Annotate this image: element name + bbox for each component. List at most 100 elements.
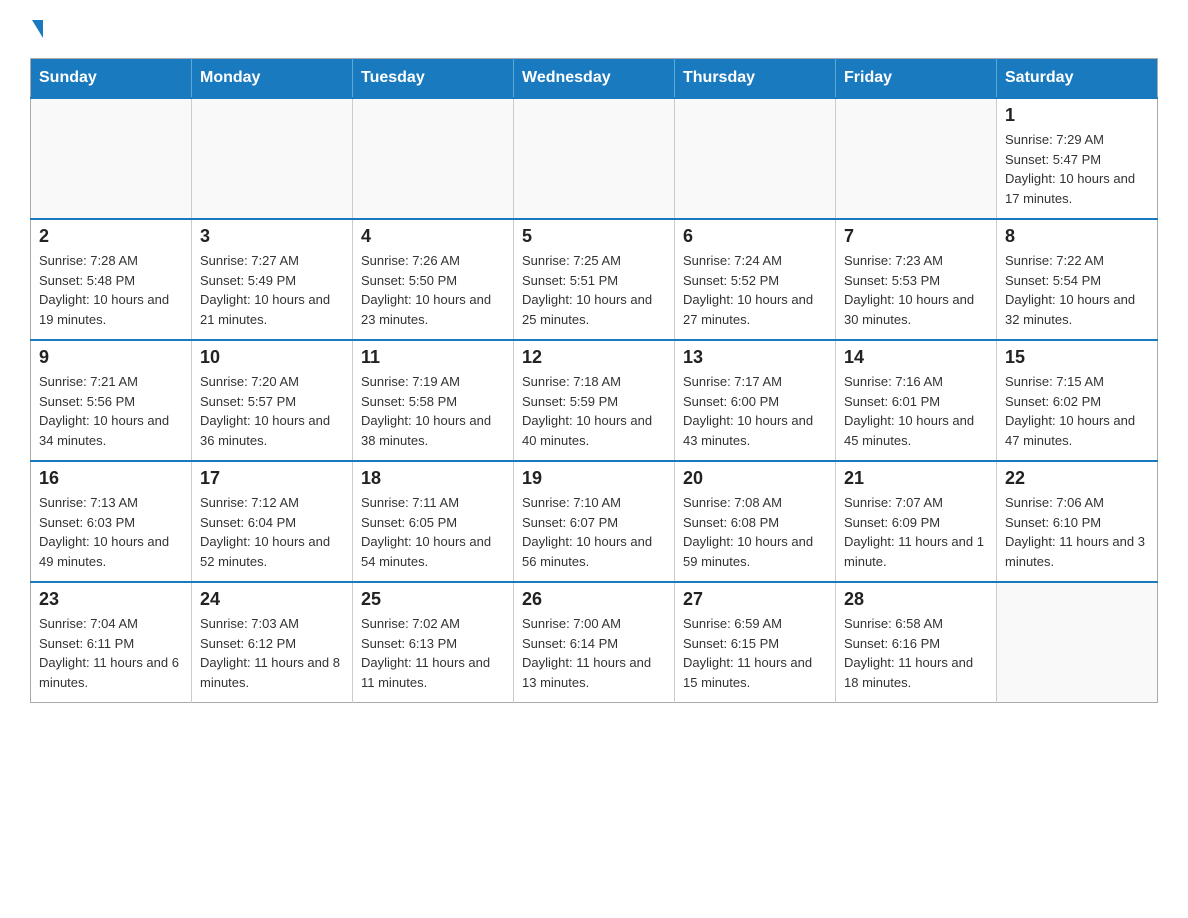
calendar-cell: 28 Sunrise: 6:58 AM Sunset: 6:16 PM Dayli…	[836, 582, 997, 703]
calendar-cell	[514, 98, 675, 219]
calendar-cell: 8 Sunrise: 7:22 AM Sunset: 5:54 PM Daylig…	[997, 219, 1158, 340]
day-info: Sunrise: 6:58 AM Sunset: 6:16 PM Dayligh…	[844, 614, 988, 692]
day-info: Sunrise: 7:25 AM Sunset: 5:51 PM Dayligh…	[522, 251, 666, 329]
calendar-cell: 4 Sunrise: 7:26 AM Sunset: 5:50 PM Daylig…	[353, 219, 514, 340]
calendar-cell: 16 Sunrise: 7:13 AM Sunset: 6:03 PM Dayli…	[31, 461, 192, 582]
calendar-cell: 17 Sunrise: 7:12 AM Sunset: 6:04 PM Dayli…	[192, 461, 353, 582]
calendar-cell	[836, 98, 997, 219]
day-number: 28	[844, 589, 988, 610]
day-number: 7	[844, 226, 988, 247]
day-header-saturday: Saturday	[997, 59, 1158, 99]
calendar-cell: 26 Sunrise: 7:00 AM Sunset: 6:14 PM Dayli…	[514, 582, 675, 703]
day-info: Sunrise: 7:03 AM Sunset: 6:12 PM Dayligh…	[200, 614, 344, 692]
day-header-monday: Monday	[192, 59, 353, 99]
day-number: 5	[522, 226, 666, 247]
day-info: Sunrise: 7:12 AM Sunset: 6:04 PM Dayligh…	[200, 493, 344, 571]
day-header-friday: Friday	[836, 59, 997, 99]
day-number: 6	[683, 226, 827, 247]
day-info: Sunrise: 7:02 AM Sunset: 6:13 PM Dayligh…	[361, 614, 505, 692]
day-info: Sunrise: 7:19 AM Sunset: 5:58 PM Dayligh…	[361, 372, 505, 450]
calendar-cell: 25Sunrise: 7:02 AM Sunset: 6:13 PM Dayli…	[353, 582, 514, 703]
day-header-sunday: Sunday	[31, 59, 192, 99]
calendar-cell: 18 Sunrise: 7:11 AM Sunset: 6:05 PM Dayli…	[353, 461, 514, 582]
calendar-cell	[353, 98, 514, 219]
day-number: 14	[844, 347, 988, 368]
day-number: 22	[1005, 468, 1149, 489]
day-number: 21	[844, 468, 988, 489]
calendar-cell: 21 Sunrise: 7:07 AM Sunset: 6:09 PM Dayli…	[836, 461, 997, 582]
calendar-cell: 15 Sunrise: 7:15 AM Sunset: 6:02 PM Dayli…	[997, 340, 1158, 461]
calendar-cell: 22 Sunrise: 7:06 AM Sunset: 6:10 PM Dayli…	[997, 461, 1158, 582]
day-info: Sunrise: 7:28 AM Sunset: 5:48 PM Dayligh…	[39, 251, 183, 329]
day-info: Sunrise: 7:24 AM Sunset: 5:52 PM Dayligh…	[683, 251, 827, 329]
calendar-cell: 9 Sunrise: 7:21 AM Sunset: 5:56 PM Daylig…	[31, 340, 192, 461]
calendar-cell: 20Sunrise: 7:08 AM Sunset: 6:08 PM Dayli…	[675, 461, 836, 582]
calendar-cell: 11 Sunrise: 7:19 AM Sunset: 5:58 PM Dayli…	[353, 340, 514, 461]
day-number: 11	[361, 347, 505, 368]
calendar-cell: 19 Sunrise: 7:10 AM Sunset: 6:07 PM Dayli…	[514, 461, 675, 582]
logo-triangle-icon	[32, 20, 43, 38]
day-number: 4	[361, 226, 505, 247]
calendar-cell: 7 Sunrise: 7:23 AM Sunset: 5:53 PM Daylig…	[836, 219, 997, 340]
day-info: Sunrise: 7:04 AM Sunset: 6:11 PM Dayligh…	[39, 614, 183, 692]
calendar-header-row: SundayMondayTuesdayWednesdayThursdayFrid…	[31, 59, 1158, 99]
day-info: Sunrise: 7:23 AM Sunset: 5:53 PM Dayligh…	[844, 251, 988, 329]
day-info: Sunrise: 7:15 AM Sunset: 6:02 PM Dayligh…	[1005, 372, 1149, 450]
day-info: Sunrise: 7:06 AM Sunset: 6:10 PM Dayligh…	[1005, 493, 1149, 571]
day-number: 13	[683, 347, 827, 368]
day-number: 17	[200, 468, 344, 489]
day-info: Sunrise: 6:59 AM Sunset: 6:15 PM Dayligh…	[683, 614, 827, 692]
calendar-cell: 1 Sunrise: 7:29 AM Sunset: 5:47 PM Daylig…	[997, 98, 1158, 219]
day-info: Sunrise: 7:22 AM Sunset: 5:54 PM Dayligh…	[1005, 251, 1149, 329]
calendar-week-row: 9 Sunrise: 7:21 AM Sunset: 5:56 PM Daylig…	[31, 340, 1158, 461]
day-number: 18	[361, 468, 505, 489]
calendar-cell	[31, 98, 192, 219]
calendar-cell: 2 Sunrise: 7:28 AM Sunset: 5:48 PM Daylig…	[31, 219, 192, 340]
calendar-week-row: 1 Sunrise: 7:29 AM Sunset: 5:47 PM Daylig…	[31, 98, 1158, 219]
page-header	[30, 20, 1158, 38]
calendar-week-row: 23Sunrise: 7:04 AM Sunset: 6:11 PM Dayli…	[31, 582, 1158, 703]
calendar-cell	[997, 582, 1158, 703]
calendar-cell: 6 Sunrise: 7:24 AM Sunset: 5:52 PM Daylig…	[675, 219, 836, 340]
calendar-cell	[192, 98, 353, 219]
day-header-tuesday: Tuesday	[353, 59, 514, 99]
calendar-cell: 23Sunrise: 7:04 AM Sunset: 6:11 PM Dayli…	[31, 582, 192, 703]
calendar-cell: 3 Sunrise: 7:27 AM Sunset: 5:49 PM Daylig…	[192, 219, 353, 340]
day-number: 1	[1005, 105, 1149, 126]
calendar-cell: 13 Sunrise: 7:17 AM Sunset: 6:00 PM Dayli…	[675, 340, 836, 461]
day-info: Sunrise: 7:29 AM Sunset: 5:47 PM Dayligh…	[1005, 130, 1149, 208]
day-number: 12	[522, 347, 666, 368]
day-number: 15	[1005, 347, 1149, 368]
calendar-cell	[675, 98, 836, 219]
day-number: 16	[39, 468, 183, 489]
day-number: 27	[683, 589, 827, 610]
calendar-week-row: 16 Sunrise: 7:13 AM Sunset: 6:03 PM Dayli…	[31, 461, 1158, 582]
day-info: Sunrise: 7:13 AM Sunset: 6:03 PM Dayligh…	[39, 493, 183, 571]
day-number: 3	[200, 226, 344, 247]
day-info: Sunrise: 7:10 AM Sunset: 6:07 PM Dayligh…	[522, 493, 666, 571]
day-number: 9	[39, 347, 183, 368]
calendar-table: SundayMondayTuesdayWednesdayThursdayFrid…	[30, 58, 1158, 703]
day-info: Sunrise: 7:07 AM Sunset: 6:09 PM Dayligh…	[844, 493, 988, 571]
calendar-week-row: 2 Sunrise: 7:28 AM Sunset: 5:48 PM Daylig…	[31, 219, 1158, 340]
calendar-cell: 24 Sunrise: 7:03 AM Sunset: 6:12 PM Dayli…	[192, 582, 353, 703]
day-number: 24	[200, 589, 344, 610]
calendar-cell: 27 Sunrise: 6:59 AM Sunset: 6:15 PM Dayli…	[675, 582, 836, 703]
day-number: 19	[522, 468, 666, 489]
day-info: Sunrise: 7:26 AM Sunset: 5:50 PM Dayligh…	[361, 251, 505, 329]
day-info: Sunrise: 7:18 AM Sunset: 5:59 PM Dayligh…	[522, 372, 666, 450]
day-header-thursday: Thursday	[675, 59, 836, 99]
day-number: 20	[683, 468, 827, 489]
day-number: 8	[1005, 226, 1149, 247]
day-info: Sunrise: 7:21 AM Sunset: 5:56 PM Dayligh…	[39, 372, 183, 450]
day-info: Sunrise: 7:00 AM Sunset: 6:14 PM Dayligh…	[522, 614, 666, 692]
calendar-cell: 12 Sunrise: 7:18 AM Sunset: 5:59 PM Dayli…	[514, 340, 675, 461]
day-info: Sunrise: 7:11 AM Sunset: 6:05 PM Dayligh…	[361, 493, 505, 571]
day-number: 2	[39, 226, 183, 247]
logo	[30, 20, 43, 38]
day-number: 26	[522, 589, 666, 610]
day-info: Sunrise: 7:16 AM Sunset: 6:01 PM Dayligh…	[844, 372, 988, 450]
day-info: Sunrise: 7:17 AM Sunset: 6:00 PM Dayligh…	[683, 372, 827, 450]
calendar-cell: 5 Sunrise: 7:25 AM Sunset: 5:51 PM Daylig…	[514, 219, 675, 340]
day-info: Sunrise: 7:27 AM Sunset: 5:49 PM Dayligh…	[200, 251, 344, 329]
